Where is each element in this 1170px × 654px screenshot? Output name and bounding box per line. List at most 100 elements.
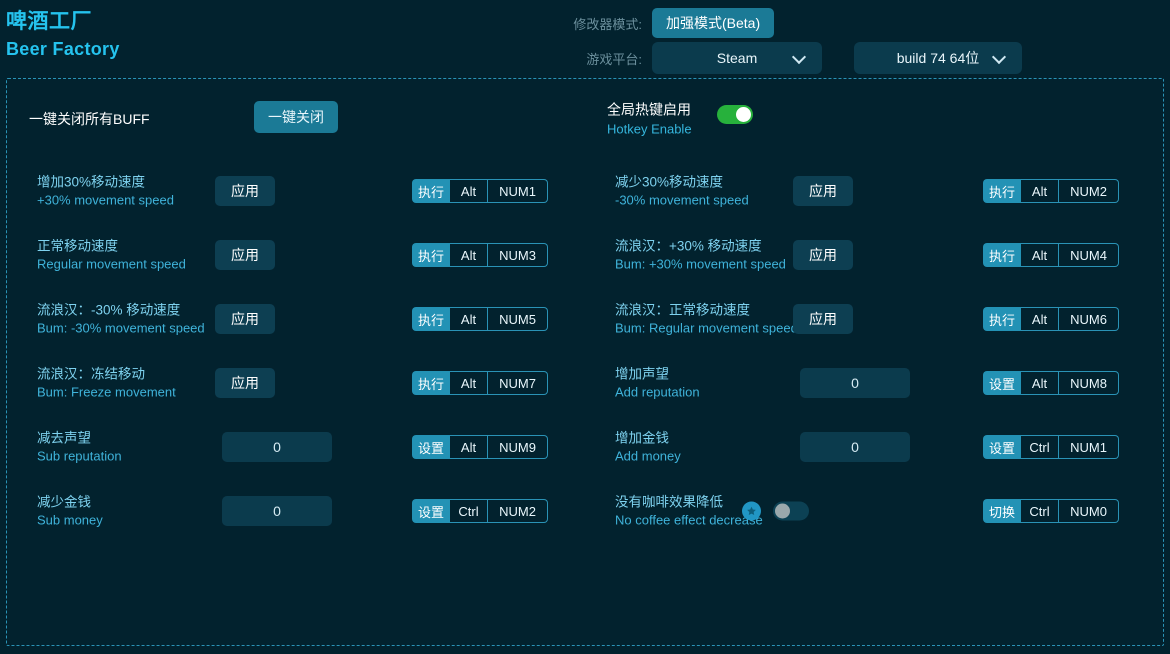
hotkey-key[interactable]: NUM2 [1059, 179, 1119, 203]
hotkey-modifier[interactable]: Alt [450, 435, 488, 459]
hotkey-key[interactable]: NUM3 [488, 243, 548, 267]
value-input[interactable] [800, 368, 910, 398]
cheat-label-en: Regular movement speed [37, 256, 217, 274]
cheat-label-cn: 流浪汉：正常移动速度 [615, 301, 805, 320]
close-all-buffs-button[interactable]: 一键关闭 [254, 101, 338, 133]
hotkey-action[interactable]: 执行 [412, 243, 450, 267]
hotkey-group[interactable]: 执行AltNUM5 [412, 307, 548, 331]
cheat-label-cn: 减少金钱 [37, 493, 217, 512]
hotkey-group[interactable]: 执行AltNUM7 [412, 371, 548, 395]
hotkey-key[interactable]: NUM1 [488, 179, 548, 203]
hotkey-action[interactable]: 执行 [983, 307, 1021, 331]
toggle-knob [736, 107, 751, 122]
star-icon[interactable] [742, 502, 761, 521]
hotkey-group[interactable]: 设置CtrlNUM2 [412, 499, 548, 523]
hotkey-group[interactable]: 设置CtrlNUM1 [983, 435, 1119, 459]
hotkey-modifier[interactable]: Alt [1021, 179, 1059, 203]
trainer-mode-row: 修改器模式: 加强模式(Beta) [560, 8, 774, 38]
cheat-label-en: Sub money [37, 512, 217, 530]
cheat-row: 流浪汉：-30% 移动速度Bum: -30% movement speed应用执… [7, 287, 587, 351]
app-title-block: 啤酒工厂 Beer Factory [6, 8, 120, 62]
hotkey-key[interactable]: NUM1 [1059, 435, 1119, 459]
hotkey-modifier[interactable]: Alt [450, 179, 488, 203]
hotkey-group[interactable]: 切换CtrlNUM0 [983, 499, 1119, 523]
hotkey-action[interactable]: 设置 [983, 435, 1021, 459]
header-controls: 修改器模式: 加强模式(Beta) 游戏平台: Steam build 74 6… [560, 0, 1170, 78]
cheats-panel: 一键关闭所有BUFF 一键关闭 增加30%移动速度+30% movement s… [6, 78, 1164, 646]
hotkey-key[interactable]: NUM6 [1059, 307, 1119, 331]
hotkey-action[interactable]: 执行 [412, 307, 450, 331]
build-select[interactable]: build 74 64位 [854, 42, 1022, 74]
hotkey-modifier[interactable]: Alt [450, 243, 488, 267]
cheat-label-cn: 流浪汉：+30% 移动速度 [615, 237, 805, 256]
hotkey-action[interactable]: 设置 [412, 435, 450, 459]
cheat-label-cn: 正常移动速度 [37, 237, 217, 256]
value-input[interactable] [222, 496, 332, 526]
apply-button[interactable]: 应用 [215, 368, 275, 398]
hotkey-group[interactable]: 执行AltNUM6 [983, 307, 1119, 331]
app-header: 啤酒工厂 Beer Factory 修改器模式: 加强模式(Beta) 游戏平台… [0, 0, 1170, 78]
hotkey-group[interactable]: 设置AltNUM9 [412, 435, 548, 459]
cheat-row: 减去声望Sub reputation设置AltNUM9 [7, 415, 587, 479]
hotkey-modifier[interactable]: Alt [1021, 307, 1059, 331]
cheat-row: 增加30%移动速度+30% movement speed应用执行AltNUM1 [7, 159, 587, 223]
hotkey-action[interactable]: 执行 [983, 179, 1021, 203]
hotkey-key[interactable]: NUM0 [1059, 499, 1119, 523]
hotkey-key[interactable]: NUM7 [488, 371, 548, 395]
hotkey-modifier[interactable]: Alt [450, 371, 488, 395]
hotkey-group[interactable]: 执行AltNUM4 [983, 243, 1119, 267]
hotkey-modifier[interactable]: Ctrl [450, 499, 488, 523]
cheat-row-labels: 流浪汉：冻结移动Bum: Freeze movement [37, 365, 217, 402]
value-input[interactable] [800, 432, 910, 462]
value-input[interactable] [222, 432, 332, 462]
apply-button[interactable]: 应用 [215, 304, 275, 334]
chevron-down-icon [792, 50, 806, 64]
hotkey-group[interactable]: 执行AltNUM3 [412, 243, 548, 267]
cheat-toggle[interactable] [773, 502, 809, 521]
platform-select[interactable]: Steam [652, 42, 822, 74]
hotkey-action[interactable]: 执行 [412, 179, 450, 203]
hotkey-key[interactable]: NUM5 [488, 307, 548, 331]
hotkey-action[interactable]: 设置 [412, 499, 450, 523]
hotkey-group[interactable]: 执行AltNUM1 [412, 179, 548, 203]
trainer-mode-button[interactable]: 加强模式(Beta) [652, 8, 774, 38]
hotkey-modifier[interactable]: Alt [450, 307, 488, 331]
hotkey-action[interactable]: 切换 [983, 499, 1021, 523]
hotkey-action[interactable]: 执行 [983, 243, 1021, 267]
cheat-label-cn: 流浪汉：冻结移动 [37, 365, 217, 384]
cheat-label-en: Sub reputation [37, 448, 217, 466]
apply-button[interactable]: 应用 [215, 240, 275, 270]
cheat-row: 减少金钱Sub money 设置CtrlNUM2 [7, 479, 587, 543]
cheat-label-en: Bum: Freeze movement [37, 384, 217, 402]
hotkey-key[interactable]: NUM4 [1059, 243, 1119, 267]
hotkey-enable-toggle[interactable] [717, 105, 753, 124]
cheat-row-labels: 减少30%移动速度-30% movement speed [615, 173, 805, 210]
hotkey-action[interactable]: 设置 [983, 371, 1021, 395]
hotkey-group[interactable]: 执行AltNUM2 [983, 179, 1119, 203]
cheat-label-en: Bum: +30% movement speed [615, 256, 805, 274]
cheat-label-en: Add money [615, 448, 805, 466]
build-select-value: build 74 64位 [897, 48, 980, 68]
chevron-down-icon [992, 50, 1006, 64]
hotkey-key[interactable]: NUM8 [1059, 371, 1119, 395]
cheat-row: 流浪汉：冻结移动Bum: Freeze movement应用 执行AltNUM7 [7, 351, 587, 415]
hotkey-modifier[interactable]: Alt [1021, 243, 1059, 267]
hotkey-key[interactable]: NUM9 [488, 435, 548, 459]
app-title-en: Beer Factory [6, 36, 120, 62]
apply-button[interactable]: 应用 [793, 176, 853, 206]
hotkey-action[interactable]: 执行 [412, 371, 450, 395]
hotkey-modifier[interactable]: Alt [1021, 371, 1059, 395]
cheat-row-labels: 流浪汉：+30% 移动速度Bum: +30% movement speed [615, 237, 805, 274]
hotkey-modifier[interactable]: Ctrl [1021, 435, 1059, 459]
cheat-label-en: +30% movement speed [37, 192, 217, 210]
cheats-column-right: 全局热键启用 Hotkey Enable 减少30%移动速度-30% movem… [585, 79, 1165, 645]
cheat-label-en: Bum: Regular movement speed [615, 320, 805, 338]
hotkey-group[interactable]: 设置AltNUM8 [983, 371, 1119, 395]
apply-button[interactable]: 应用 [793, 240, 853, 270]
apply-button[interactable]: 应用 [793, 304, 853, 334]
cheat-row: 流浪汉：+30% 移动速度Bum: +30% movement speed应用 执… [585, 223, 1165, 287]
hotkey-modifier[interactable]: Ctrl [1021, 499, 1059, 523]
hotkey-enable-label-cn: 全局热键启用 [607, 100, 692, 120]
hotkey-key[interactable]: NUM2 [488, 499, 548, 523]
apply-button[interactable]: 应用 [215, 176, 275, 206]
